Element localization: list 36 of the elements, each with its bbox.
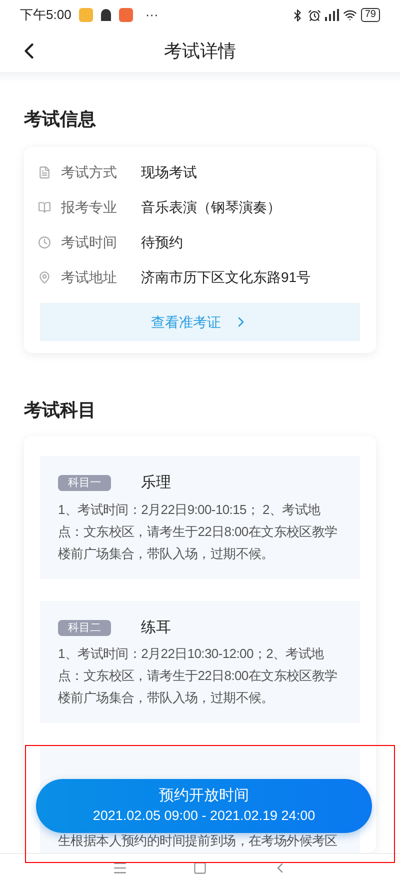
app-icon — [119, 8, 134, 22]
subject-detail: 生根据本人预约的时间提前到场，在考场外候考区 — [58, 833, 338, 849]
info-label: 考试地址 — [61, 268, 118, 287]
subject-tag: 科目二 — [58, 620, 111, 636]
home-icon[interactable] — [192, 860, 207, 874]
subject-detail: 1、考试时间：2月22日10:30-12:00；2、考试地点：文东校区，请考生于22日8:00在文东校区教学楼前广场集合，带队入场，过期不候。 — [58, 645, 338, 707]
info-value: 济南市历下区文化东路91号 — [141, 268, 311, 287]
subject-detail: 1、考试时间：2月22日9:00-10:15； 2、考试地点：文东校区，请考生于22日8:00在文东校区教学楼前广场集合，带队入场，过期不候。 — [58, 500, 338, 562]
signal-icon — [324, 9, 339, 21]
view-ticket-button[interactable]: 查看准考证 — [40, 303, 360, 341]
booking-period: 2021.02.05 09:00 - 2021.02.19 24:00 — [92, 807, 316, 825]
subject-name: 练耳 — [141, 618, 171, 638]
info-label: 考试时间 — [61, 233, 118, 252]
document-icon — [38, 166, 51, 179]
section-heading: 考试信息 — [24, 108, 97, 131]
app-icon — [101, 9, 112, 21]
info-label: 考试方式 — [61, 163, 118, 182]
page-title: 考试详情 — [164, 40, 236, 62]
status-time: 下午5:00 — [20, 6, 72, 24]
battery-indicator: 79 — [360, 8, 380, 22]
info-value: 待预约 — [141, 233, 183, 252]
app-icon — [79, 8, 94, 22]
info-label: 报考专业 — [61, 198, 118, 217]
booking-time-button[interactable]: 预约开放时间 2021.02.05 09:00 - 2021.02.19 24:00 — [36, 779, 372, 833]
info-value: 音乐表演（钢琴演奏） — [141, 198, 281, 217]
more-indicator: ··· — [145, 6, 158, 24]
book-icon — [38, 201, 51, 214]
wifi-icon — [342, 8, 357, 22]
booking-title: 预约开放时间 — [159, 786, 249, 806]
clock-icon — [38, 236, 51, 249]
location-icon — [38, 271, 51, 284]
section-heading: 考试科目 — [24, 399, 97, 422]
alarm-icon — [308, 8, 321, 22]
subject-tag: 科目一 — [58, 475, 111, 492]
subject-name: 乐理 — [141, 473, 171, 493]
info-value: 现场考试 — [141, 163, 197, 182]
